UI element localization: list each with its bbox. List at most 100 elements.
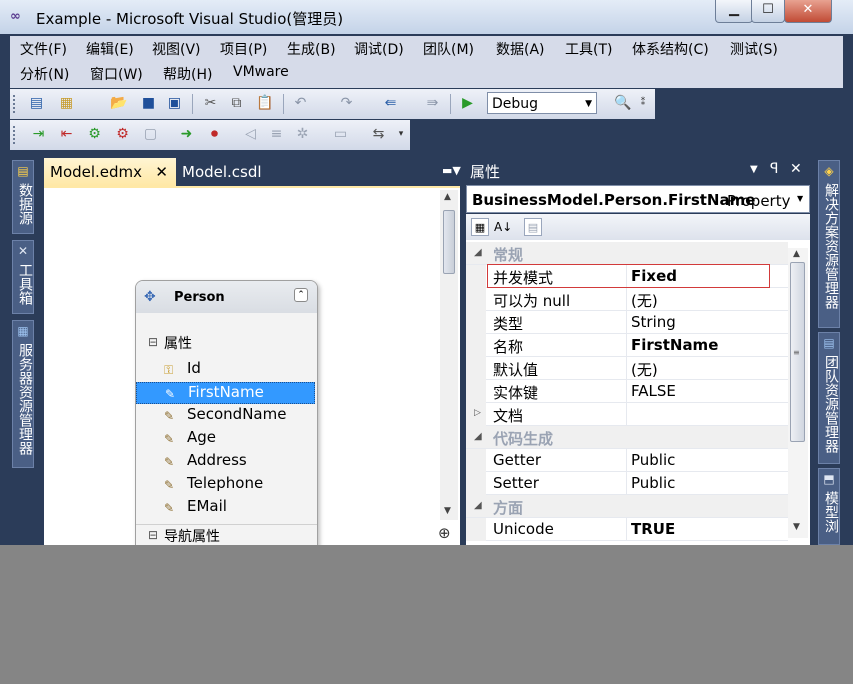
scroll-down-icon[interactable]: ▼ xyxy=(793,522,800,532)
property-value[interactable]: Public xyxy=(631,451,675,469)
collapse-section-icon[interactable]: ⊟ xyxy=(148,335,158,349)
menu-data[interactable]: 数据(A) xyxy=(496,39,545,59)
minimize-button[interactable]: ▁ xyxy=(715,0,753,23)
menu-view[interactable]: 视图(V) xyxy=(152,39,201,59)
find-in-files-icon[interactable]: 🔍 xyxy=(614,95,631,112)
collapse-entity-icon[interactable]: ⌃ xyxy=(294,288,308,302)
property-row-getter[interactable]: Getter Public xyxy=(466,449,788,472)
toolbar-grip[interactable] xyxy=(13,95,18,113)
menu-architecture[interactable]: 体系结构(C) xyxy=(632,39,709,59)
scrollbar-thumb[interactable] xyxy=(443,210,455,274)
property-value[interactable]: (无) xyxy=(631,290,658,311)
entity-property-secondname[interactable]: ✎ SecondName xyxy=(136,405,315,427)
properties-section[interactable]: ⊟ 属性 xyxy=(136,332,317,354)
property-row-entity-key[interactable]: 实体键 FALSE xyxy=(466,380,788,403)
entity-header[interactable]: ✥ Person ⌃ xyxy=(136,281,317,313)
collapse-category-icon[interactable]: ◢ xyxy=(474,247,482,258)
property-row-setter[interactable]: Setter Public xyxy=(466,472,788,495)
property-row-documentation[interactable]: ▷ 文档 xyxy=(466,403,788,426)
close-button[interactable]: ✕ xyxy=(784,0,832,23)
menu-tools[interactable]: 工具(T) xyxy=(565,39,612,59)
menu-analyze[interactable]: 分析(N) xyxy=(20,64,69,84)
menu-test[interactable]: 测试(S) xyxy=(730,39,778,59)
team-explorer-panel-tab[interactable]: ▤ 团队资源管理器 xyxy=(818,332,840,464)
category-facets[interactable]: ◢ 方面 xyxy=(466,495,788,518)
datasource-panel-tab[interactable]: ▤ 数据源 xyxy=(12,160,34,234)
menu-project[interactable]: 项目(P) xyxy=(220,39,267,59)
navigation-properties-section[interactable]: ⊟ 导航属性 xyxy=(136,524,317,545)
property-value[interactable]: FALSE xyxy=(631,382,676,400)
menu-file[interactable]: 文件(F) xyxy=(20,39,67,59)
close-icon[interactable]: ✕ xyxy=(790,161,802,177)
maximize-button[interactable]: ☐ xyxy=(751,0,785,23)
window-position-dropdown-icon[interactable]: ▼ xyxy=(750,164,758,175)
scroll-up-icon[interactable]: ▲ xyxy=(444,192,451,202)
scroll-up-icon[interactable]: ▲ xyxy=(793,249,800,259)
property-grid-scrollbar[interactable]: ▲ ≡ ▼ xyxy=(788,248,808,538)
copy-icon[interactable]: ⧉ xyxy=(228,95,245,112)
entity-property-address[interactable]: ✎ Address xyxy=(136,451,315,473)
open-file-icon[interactable]: 📂 xyxy=(110,95,127,112)
run-icon[interactable]: ➜ xyxy=(178,126,195,143)
category-code-generation[interactable]: ◢ 代码生成 xyxy=(466,426,788,449)
property-row-unicode[interactable]: Unicode TRUE xyxy=(466,518,788,541)
navigate-backward-icon[interactable]: ⇚ xyxy=(382,95,399,112)
property-row-type[interactable]: 类型 String xyxy=(466,311,788,334)
close-tab-icon[interactable]: ✕ xyxy=(155,158,168,186)
active-files-dropdown-icon[interactable]: ▬▼ xyxy=(442,164,461,177)
redo-icon[interactable]: ↷ xyxy=(338,95,355,112)
solution-explorer-panel-tab[interactable]: ◈ 解决方案资源管理器 xyxy=(818,160,840,328)
menu-build[interactable]: 生成(B) xyxy=(287,39,336,59)
menu-team[interactable]: 团队(M) xyxy=(423,39,474,59)
stop-run-icon[interactable]: ⏺ xyxy=(206,126,223,143)
entity-property-age[interactable]: ✎ Age xyxy=(136,428,315,450)
property-value[interactable]: (无) xyxy=(631,359,658,380)
save-all-icon[interactable]: ▣ xyxy=(166,95,183,112)
compare-icon[interactable]: ⇆ xyxy=(370,126,387,143)
breakpoint-settings-icon[interactable]: ⚙ xyxy=(114,126,131,143)
entity-property-telephone[interactable]: ✎ Telephone xyxy=(136,474,315,496)
menu-vmware[interactable]: VMware xyxy=(233,64,289,80)
object-selector[interactable]: BusinessModel.Person.FirstName Property … xyxy=(466,185,810,213)
property-row-name[interactable]: 名称 FirstName xyxy=(466,334,788,357)
categorized-icon[interactable]: ▦ xyxy=(471,218,489,236)
entity-property-id[interactable]: ⚿ Id xyxy=(136,359,315,381)
collapse-section-icon[interactable]: ⊟ xyxy=(148,528,158,542)
zoom-icon[interactable]: ⊕ xyxy=(438,524,451,542)
auto-hide-pin-icon[interactable]: ꟼ xyxy=(770,161,778,177)
entity-property-email[interactable]: ✎ EMail xyxy=(136,497,315,519)
property-row-nullable[interactable]: 可以为 null (无) xyxy=(466,288,788,311)
entity-property-firstname[interactable]: ✎ FirstName xyxy=(136,382,315,404)
step-list-icon[interactable]: ≡ xyxy=(268,126,285,143)
toolbox-panel-tab[interactable]: ✕ 工具箱 xyxy=(12,240,34,314)
paste-icon[interactable]: 📋 xyxy=(256,95,273,112)
designer-vertical-scrollbar[interactable]: ▲ ▼ xyxy=(440,190,458,520)
property-pages-icon[interactable]: ▤ xyxy=(524,218,542,236)
gear-icon[interactable]: ✲ xyxy=(294,126,311,143)
toolbar-grip[interactable] xyxy=(13,126,18,144)
save-icon[interactable]: ■ xyxy=(140,95,157,112)
debug-settings-icon[interactable]: ⚙ xyxy=(86,126,103,143)
alphabetical-sort-icon[interactable]: A↓ xyxy=(494,218,512,236)
menu-debug[interactable]: 调试(D) xyxy=(354,39,404,59)
property-value[interactable]: String xyxy=(631,313,676,331)
solution-configuration-select[interactable]: Debug ▼ xyxy=(487,92,597,114)
toolbar-overflow-icon[interactable]: ▾ xyxy=(396,126,406,143)
property-row-default-value[interactable]: 默认值 (无) xyxy=(466,357,788,380)
menu-edit[interactable]: 编辑(E) xyxy=(86,39,134,59)
toolbar-overflow-icon[interactable]: ⁑ xyxy=(638,95,648,112)
disabled-tool-icon[interactable]: ▢ xyxy=(142,126,159,143)
step-back-icon[interactable]: ◁ xyxy=(242,126,259,143)
collapse-category-icon[interactable]: ◢ xyxy=(474,431,482,442)
scroll-down-icon[interactable]: ▼ xyxy=(444,506,451,516)
start-debugging-icon[interactable]: ▶ xyxy=(459,95,476,112)
cut-icon[interactable]: ✂ xyxy=(202,95,219,112)
expand-icon[interactable]: ▷ xyxy=(474,408,481,418)
server-explorer-panel-tab[interactable]: ▦ 服务器资源管理器 xyxy=(12,320,34,468)
model-browser-panel-tab[interactable]: ⬒ 模型浏 xyxy=(818,468,840,545)
property-value[interactable]: FirstName xyxy=(631,336,718,354)
category-general[interactable]: ◢ 常规 xyxy=(466,242,788,265)
undo-icon[interactable]: ↶ xyxy=(292,95,309,112)
menu-window[interactable]: 窗口(W) xyxy=(90,64,143,84)
property-value[interactable]: TRUE xyxy=(631,520,675,538)
